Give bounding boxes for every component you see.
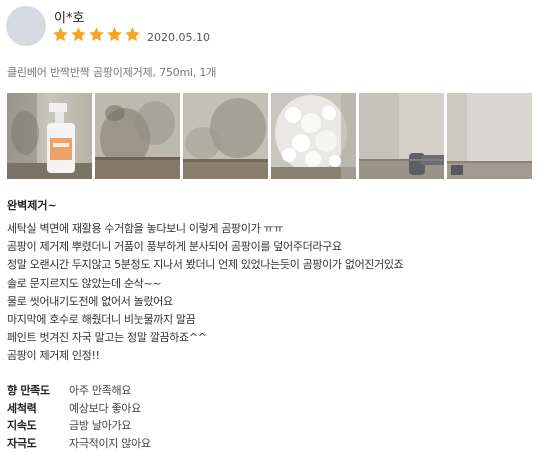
attribute-row: 자극도 자극적이지 않아요 bbox=[7, 435, 151, 453]
star-icon bbox=[52, 26, 69, 43]
review-attributes: 향 만족도 아주 만족해요 세척력 예상보다 좋아요 지속도 금방 날아가요 자… bbox=[7, 382, 151, 452]
review-photos bbox=[7, 93, 532, 179]
attribute-value: 예상보다 좋아요 bbox=[69, 401, 141, 415]
review-date: 2020.05.10 bbox=[147, 31, 210, 44]
review-body: 세탁실 벽면에 재활용 수거함을 놓다보니 이렇게 곰팡이가 ㅠㅠ 곰팡이 제거… bbox=[7, 220, 404, 366]
avatar bbox=[6, 6, 46, 46]
attribute-row: 향 만족도 아주 만족해요 bbox=[7, 382, 151, 400]
attribute-row: 세척력 예상보다 좋아요 bbox=[7, 400, 151, 418]
review-line: 곰팡이 제거제 인정!! bbox=[7, 349, 100, 363]
review-photo-3[interactable] bbox=[183, 93, 268, 179]
star-icon bbox=[124, 26, 141, 43]
review-title: 완벽제거~ bbox=[7, 199, 57, 212]
attribute-label: 세척력 bbox=[7, 401, 37, 415]
review-line: 솔로 문지르지도 않았는데 순삭~~ bbox=[7, 276, 162, 290]
review-line: 페인트 벗겨진 자국 말고는 정말 깔끔하죠^^ bbox=[7, 331, 207, 345]
attribute-value: 아주 만족해요 bbox=[69, 384, 132, 397]
review-line: 곰팡이 제거제 뿌렸더니 거품이 풍부하게 분사되어 곰팡이를 덮어주더라구요 bbox=[7, 240, 342, 254]
review-photo-4[interactable] bbox=[271, 93, 356, 179]
star-rating bbox=[52, 26, 141, 43]
review-line: 물로 씻어내기도전에 없어서 놀랐어요 bbox=[7, 294, 173, 308]
attribute-label: 자극도 bbox=[7, 436, 37, 450]
review-line: 마지막에 호수로 해줬더니 비눗물까지 말끔 bbox=[7, 313, 196, 327]
review-photo-1[interactable] bbox=[7, 93, 92, 179]
attribute-value: 금방 날아가요 bbox=[69, 419, 132, 432]
star-icon bbox=[70, 26, 87, 43]
star-icon bbox=[106, 26, 123, 43]
attribute-label: 향 만족도 bbox=[7, 384, 50, 397]
attribute-row: 지속도 금방 날아가요 bbox=[7, 417, 151, 435]
attribute-label: 지속도 bbox=[7, 419, 37, 432]
review-line: 정말 오랜시간 두지않고 5분정도 지나서 봤더니 언제 있었나는듯이 곰팡이가… bbox=[7, 258, 404, 272]
review-photo-6[interactable] bbox=[447, 93, 532, 179]
review-photo-2[interactable] bbox=[95, 93, 180, 179]
star-icon bbox=[88, 26, 105, 43]
product-option: 클린베어 반짝반짝 곰팡이제거제, 750ml, 1개 bbox=[7, 66, 217, 79]
attribute-value: 자극적이지 않아요 bbox=[69, 436, 151, 450]
review-line: 세탁실 벽면에 재활용 수거함을 놓다보니 이렇게 곰팡이가 ㅠㅠ bbox=[7, 222, 284, 235]
reviewer-name: 이*호 bbox=[54, 11, 85, 26]
review-photo-5[interactable] bbox=[359, 93, 444, 179]
